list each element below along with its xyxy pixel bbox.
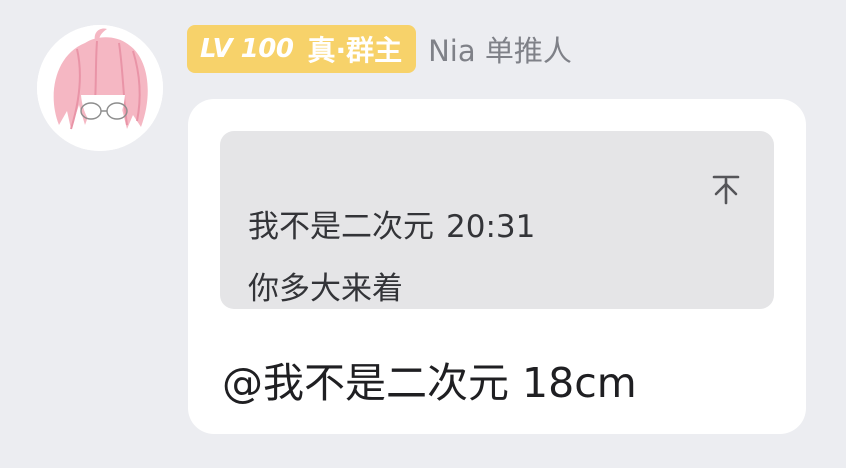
sender-name[interactable]: Nia 单推人 — [428, 28, 572, 70]
level-label: LV 100 — [200, 34, 294, 64]
quoted-message[interactable]: 我不是二次元 20:31 你多大来着 — [220, 131, 774, 309]
anime-avatar-icon — [37, 25, 163, 151]
quote-time: 20:31 — [446, 209, 536, 245]
role-label: 真·群主 — [307, 34, 403, 67]
arrow-up-to-top-icon[interactable] — [708, 171, 744, 207]
avatar[interactable] — [37, 25, 163, 151]
quote-author: 我不是二次元 — [248, 209, 434, 245]
message-header: LV 100 真·群主 Nia 单推人 — [187, 25, 572, 73]
quote-text: 你多大来着 — [248, 271, 403, 307]
level-badge[interactable]: LV 100 真·群主 — [187, 25, 417, 73]
message-text: @我不是二次元 18cm — [222, 359, 637, 407]
message-bubble[interactable]: 我不是二次元 20:31 你多大来着 @我不是二次元 18cm — [188, 99, 806, 434]
quote-meta: 我不是二次元 20:31 — [248, 201, 535, 246]
